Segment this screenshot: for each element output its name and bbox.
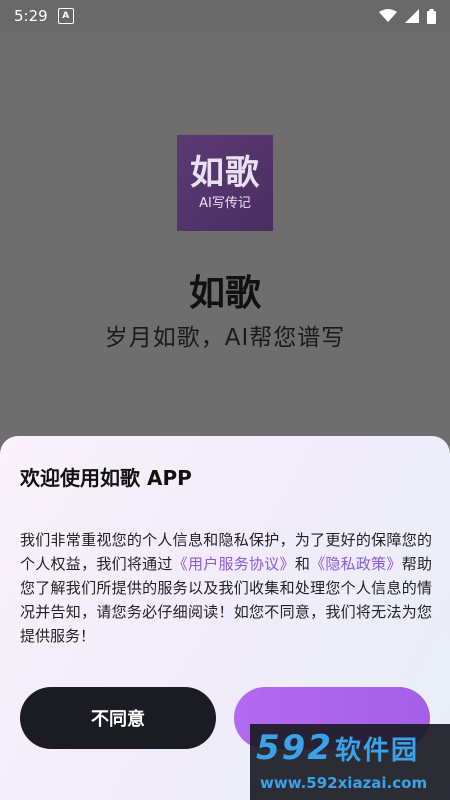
status-bar: 5:29 A xyxy=(0,0,450,32)
wifi-icon xyxy=(379,9,397,22)
watermark-logo: 592软件园 www.592xiazai.com xyxy=(250,724,450,800)
clock: 5:29 xyxy=(14,7,48,25)
user-agreement-link[interactable]: 《用户服务协议》 xyxy=(173,555,295,573)
watermark-brand: 592软件园 xyxy=(256,728,419,768)
logo-sub-text: AI写传记 xyxy=(199,196,251,211)
dialog-body: 我们非常重视您的个人信息和隐私保护，为了更好的保障您的个人权益，我们将通过《用户… xyxy=(20,528,432,648)
dialog-title: 欢迎使用如歌 APP xyxy=(20,466,192,490)
logo-main-text: 如歌 xyxy=(190,153,260,193)
watermark-url: www.592xiazai.com xyxy=(260,774,428,792)
app-slogan: 岁月如歌，AI帮您谱写 xyxy=(104,325,346,351)
signal-icon xyxy=(405,9,419,23)
watermark-brand-text: 软件园 xyxy=(334,736,419,766)
app-logo: 如歌 AI写传记 xyxy=(177,135,273,231)
privacy-policy-link[interactable]: 《隐私政策》 xyxy=(310,555,402,573)
app-name: 如歌 xyxy=(188,273,261,314)
notification-badge-icon: A xyxy=(57,8,74,24)
status-bar-right xyxy=(379,8,436,24)
disagree-button[interactable]: 不同意 xyxy=(20,687,216,749)
status-bar-left: 5:29 A xyxy=(14,7,74,25)
body-text-2: 和 xyxy=(294,555,311,573)
watermark-brand-number: 592 xyxy=(256,728,333,768)
battery-icon xyxy=(427,8,436,24)
